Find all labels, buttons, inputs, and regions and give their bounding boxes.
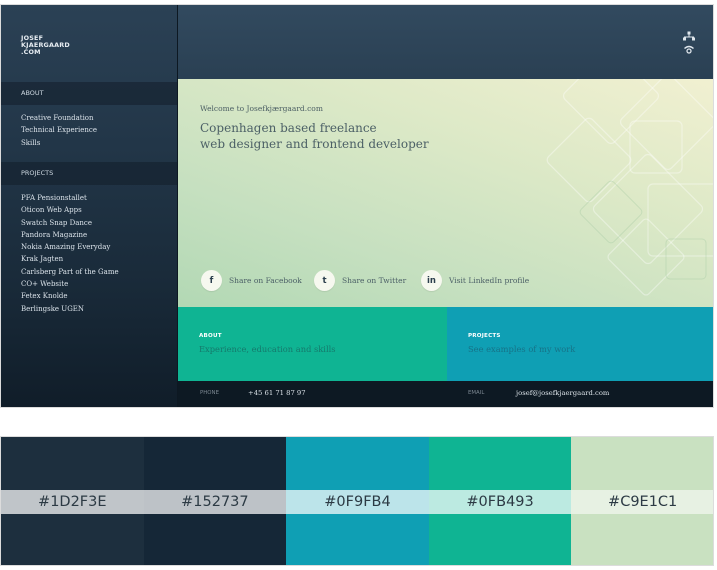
sidebar-about-list: Creative Foundation Technical Experience… bbox=[21, 112, 97, 149]
hero-headline: Copenhagen based freelance web designer … bbox=[200, 120, 429, 152]
sidebar-heading-about[interactable]: ABOUT bbox=[1, 82, 177, 105]
color-swatch: #0FB493 bbox=[428, 437, 572, 565]
projects-panel[interactable]: PROJECTS See examples of my work bbox=[447, 307, 713, 381]
color-swatch: #1D2F3E bbox=[1, 437, 144, 565]
about-panel-title: ABOUT bbox=[199, 333, 222, 339]
hero-section: Welcome to Josefkjærgaard.com Copenhagen… bbox=[178, 79, 713, 307]
share-facebook-label: Share on Facebook bbox=[229, 276, 302, 285]
site-logo[interactable]: JOSEF KJAERGAARD .COM bbox=[21, 35, 70, 56]
share-twitter-link[interactable]: t Share on Twitter bbox=[314, 270, 406, 291]
about-panel[interactable]: ABOUT Experience, education and skills bbox=[178, 307, 447, 381]
email-value[interactable]: josef@josefkjaergaard.com bbox=[516, 389, 609, 397]
sidebar-projects-list: PFA Pensionstallet Oticon Web Apps Swatc… bbox=[21, 192, 119, 315]
logo-line-3: .COM bbox=[21, 48, 41, 56]
color-swatch-label: #152737 bbox=[143, 490, 287, 514]
phone-label: PHONE bbox=[200, 390, 219, 396]
sidebar-item-project[interactable]: CO+ Website bbox=[21, 278, 119, 290]
phone-value[interactable]: +45 61 71 87 97 bbox=[248, 389, 306, 397]
network-icon[interactable] bbox=[682, 31, 696, 41]
welcome-text: Welcome to Josefkjærgaard.com bbox=[200, 104, 323, 113]
sidebar-heading-projects[interactable]: PROJECTS bbox=[1, 162, 177, 185]
about-panel-subtitle: Experience, education and skills bbox=[199, 344, 336, 354]
color-swatch: #0F9FB4 bbox=[286, 437, 429, 565]
sidebar-item-project[interactable]: Oticon Web Apps bbox=[21, 204, 119, 216]
linkedin-icon: in bbox=[421, 270, 442, 291]
sidebar-item-skills[interactable]: Skills bbox=[21, 137, 97, 149]
color-swatch-label: #C9E1C1 bbox=[571, 490, 713, 514]
projects-panel-subtitle: See examples of my work bbox=[468, 344, 576, 354]
linkedin-profile-link[interactable]: in Visit LinkedIn profile bbox=[421, 270, 529, 291]
contact-footer: PHONE +45 61 71 87 97 EMAIL josef@josefk… bbox=[178, 381, 713, 407]
headline-line-1: Copenhagen based freelance bbox=[200, 121, 377, 135]
sidebar-item-project[interactable]: Carlsberg Part of the Game bbox=[21, 266, 119, 278]
wifi-icon[interactable] bbox=[682, 44, 696, 54]
sidebar-item-creative-foundation[interactable]: Creative Foundation bbox=[21, 112, 97, 124]
color-swatch: #152737 bbox=[143, 437, 287, 565]
facebook-icon: f bbox=[201, 270, 222, 291]
top-bar bbox=[178, 5, 713, 79]
sidebar: JOSEF KJAERGAARD .COM ABOUT Creative Fou… bbox=[1, 5, 178, 407]
color-swatch-label: #0FB493 bbox=[428, 490, 572, 514]
sidebar-item-project[interactable]: Swatch Snap Dance bbox=[21, 217, 119, 229]
website-screenshot: JOSEF KJAERGAARD .COM ABOUT Creative Fou… bbox=[0, 4, 714, 408]
sidebar-item-project[interactable]: Nokia Amazing Everyday bbox=[21, 241, 119, 253]
sidebar-item-project[interactable]: Fetex Knolde bbox=[21, 290, 119, 302]
sidebar-item-project[interactable]: Berlingske UGEN bbox=[21, 303, 119, 315]
sidebar-item-technical-experience[interactable]: Technical Experience bbox=[21, 124, 97, 136]
color-swatch-label: #1D2F3E bbox=[1, 490, 144, 514]
headline-line-2: web designer and frontend developer bbox=[200, 137, 429, 151]
twitter-icon: t bbox=[314, 270, 335, 291]
share-facebook-link[interactable]: f Share on Facebook bbox=[201, 270, 302, 291]
sidebar-item-project[interactable]: PFA Pensionstallet bbox=[21, 192, 119, 204]
projects-panel-title: PROJECTS bbox=[468, 333, 501, 339]
share-twitter-label: Share on Twitter bbox=[342, 276, 407, 285]
sidebar-item-project[interactable]: Krak Jagten bbox=[21, 253, 119, 265]
email-label: EMAIL bbox=[468, 390, 485, 396]
color-swatch-label: #0F9FB4 bbox=[286, 490, 429, 514]
linkedin-profile-label: Visit LinkedIn profile bbox=[449, 276, 530, 285]
color-palette: #1D2F3E #152737 #0F9FB4 #0FB493 #C9E1C1 bbox=[0, 436, 714, 566]
color-swatch: #C9E1C1 bbox=[571, 437, 713, 565]
sidebar-item-project[interactable]: Pandora Magazine bbox=[21, 229, 119, 241]
